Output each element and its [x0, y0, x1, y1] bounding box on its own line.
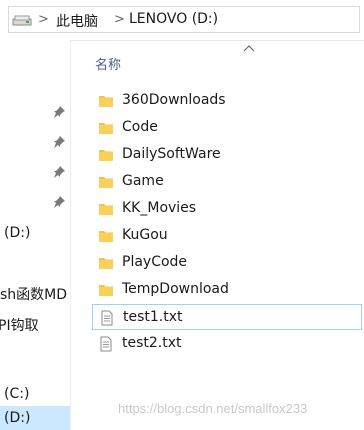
folder-icon — [99, 204, 113, 215]
pin-icon[interactable] — [52, 105, 66, 119]
folder-icon — [99, 258, 113, 269]
breadcrumb-this-pc[interactable]: 此电脑 — [56, 11, 98, 31]
pin-icon[interactable] — [52, 195, 66, 209]
watermark-url: https://blog.csdn.net/smallfox233 — [118, 401, 308, 416]
file-name: PlayCode — [122, 254, 188, 270]
file-name: KuGou — [122, 227, 168, 243]
file-name: DailySoftWare — [122, 146, 221, 162]
nav-item-label: (D:) — [4, 410, 31, 426]
folder-icon — [99, 150, 113, 161]
nav-item-label: (C:) — [4, 386, 30, 402]
list-item[interactable]: Code — [92, 115, 362, 141]
pin-icon[interactable] — [52, 165, 66, 179]
sort-ascending-icon — [243, 45, 255, 52]
breadcrumb-separator-2[interactable]: > — [114, 12, 125, 27]
text-file-icon — [101, 310, 113, 326]
list-item[interactable]: test2.txt — [92, 331, 362, 357]
file-name: test2.txt — [122, 335, 182, 351]
file-name: test1.txt — [123, 309, 183, 325]
file-name: Game — [122, 173, 164, 189]
text-file-icon — [100, 336, 112, 352]
nav-item-label: PI钩取 — [0, 318, 39, 334]
list-item[interactable]: TempDownload — [92, 277, 362, 303]
file-name: Code — [122, 119, 158, 135]
folder-icon — [99, 231, 113, 242]
navigation-pane: (D:) sh函数MD PI钩取 (C:) (D:) — [0, 40, 70, 430]
breadcrumb-separator-1[interactable]: > — [38, 12, 49, 27]
folder-icon — [99, 177, 113, 188]
list-item[interactable]: Game — [92, 169, 362, 195]
list-item[interactable]: DailySoftWare — [92, 142, 362, 168]
nav-item-label: sh函数MD — [0, 287, 68, 303]
list-item[interactable]: KuGou — [92, 223, 362, 249]
list-item[interactable]: KK_Movies — [92, 196, 362, 222]
folder-icon — [99, 123, 113, 134]
nav-item-drive-d-selected[interactable]: (D:) — [0, 406, 70, 430]
file-name: 360Downloads — [122, 92, 226, 108]
list-item-selected[interactable]: test1.txt — [92, 304, 362, 330]
breadcrumb-drive[interactable]: LENOVO (D:) — [129, 11, 218, 27]
file-name: KK_Movies — [122, 200, 197, 216]
pane-divider[interactable] — [70, 40, 71, 430]
folder-icon — [99, 96, 113, 107]
column-header-name[interactable]: 名称 — [95, 54, 121, 73]
file-name: TempDownload — [122, 281, 229, 297]
drive-icon — [12, 15, 32, 26]
folder-icon — [99, 285, 113, 296]
pin-icon[interactable] — [52, 135, 66, 149]
nav-item-label: (D:) — [4, 225, 31, 241]
address-bar: > 此电脑 > LENOVO (D:) — [0, 0, 364, 41]
list-item[interactable]: PlayCode — [92, 250, 362, 276]
list-item[interactable]: 360Downloads — [92, 88, 362, 114]
